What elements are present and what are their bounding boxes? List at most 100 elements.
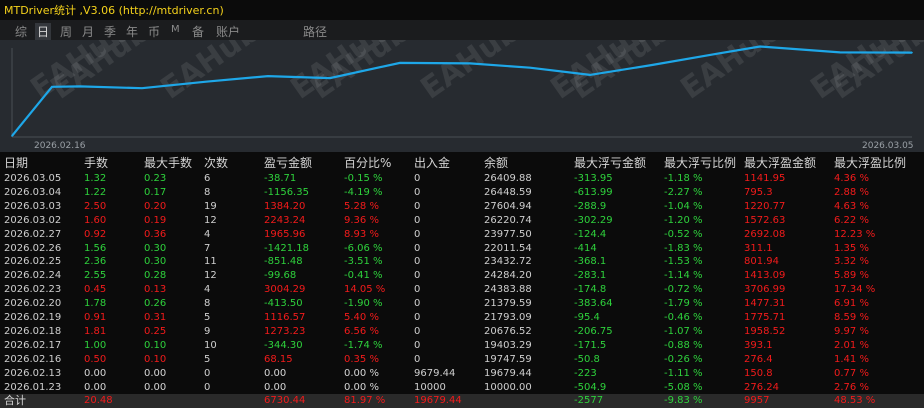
header-cell: 最大浮亏比例: [664, 156, 737, 170]
table-cell: 1.22: [84, 186, 107, 198]
table-cell: -99.68: [264, 270, 297, 282]
watermark-text: EAHub.cn: [155, 40, 308, 107]
tab-quarter[interactable]: 季: [104, 23, 116, 40]
table-cell: 27604.94: [484, 200, 532, 212]
table-cell: 0.45: [84, 284, 107, 296]
table-cell: 1.60: [84, 214, 107, 226]
table-cell: 0.30: [144, 256, 167, 268]
table-cell: 0: [204, 381, 211, 393]
table-cell: 2026.02.24: [4, 270, 62, 282]
table-cell: -95.4: [574, 312, 600, 323]
table-cell: 24284.20: [484, 270, 532, 282]
header-cell: 日期: [4, 156, 29, 170]
table-cell: 7: [204, 242, 211, 254]
total-cell: 81.97 %: [344, 395, 386, 407]
table-row: 2026.02.18 1.81 0.25 9 1273.23 6.56 % 0 20676.5…: [0, 325, 924, 338]
table-cell: 1413.09: [744, 270, 786, 282]
table-cell: -283.1: [574, 270, 607, 282]
table-cell: 1.00: [84, 339, 107, 351]
tab-year[interactable]: 年: [126, 23, 138, 40]
table-cell: 9.36 %: [344, 214, 379, 226]
table-cell: 1958.52: [744, 325, 786, 337]
table-cell: 2026.02.18: [4, 325, 62, 337]
tab-m[interactable]: M: [171, 24, 180, 35]
table-cell: 150.8: [744, 367, 773, 379]
header-cell: 最大浮盈金额: [744, 156, 817, 170]
table-cell: 0: [414, 186, 421, 198]
table-cell: 2692.08: [744, 228, 786, 240]
table-cell: 12: [204, 214, 217, 226]
header-cell: 最大浮盈比例: [834, 156, 907, 170]
table-cell: 2026.02.20: [4, 298, 62, 310]
table-cell: -504.9: [574, 381, 607, 393]
balance-point: [529, 66, 531, 69]
table-cell: 19: [204, 200, 217, 212]
total-label: 合计: [4, 394, 26, 408]
table-total-row: 合计 20.48 6730.44 81.97 % 19679.44 -2577 -9.83 …: [0, 394, 924, 408]
balance-point: [717, 52, 719, 55]
table-cell: 23977.50: [484, 228, 532, 240]
table-cell: -0.46 %: [664, 312, 703, 323]
tab-account[interactable]: 账户: [216, 23, 240, 40]
title-bar: MTDriver统计 ,V3.06 (http://mtdriver.cn): [0, 0, 924, 18]
tab-day[interactable]: 日: [35, 23, 52, 40]
table-row: 2026.01.23 0.00 0.00 0 0.00 0.00 % 10000 10000.…: [0, 381, 924, 394]
tab-month[interactable]: 月: [82, 23, 94, 40]
table-cell: 2026.03.03: [4, 200, 62, 212]
tab-week[interactable]: 周: [60, 23, 72, 40]
table-cell: 0: [414, 228, 421, 240]
app-title: MTDriver统计 ,V3.06 (http://mtdriver.cn): [4, 4, 224, 17]
table-cell: 0.00: [84, 367, 107, 379]
table-row: 2026.02.20 1.78 0.26 8 -413.50 -1.90 % 0 21379.…: [0, 297, 924, 310]
balance-point: [839, 51, 841, 54]
table-cell: 24383.88: [484, 284, 532, 296]
table-cell: -413.50: [264, 298, 303, 310]
table-cell: 0.28: [144, 270, 167, 282]
table-cell: 9: [204, 325, 211, 337]
table-cell: 10: [204, 339, 217, 351]
table-cell: -383.64: [574, 298, 613, 310]
table-row: 2026.02.23 0.45 0.13 4 3004.29 14.05 % 0 24383.…: [0, 283, 924, 296]
table-cell: 0.10: [144, 339, 167, 351]
balance-point: [267, 75, 269, 77]
x-label-start: 2026.02.16: [34, 141, 86, 151]
table-cell: 5: [204, 353, 211, 365]
table-cell: -1.11 %: [664, 367, 703, 379]
table-cell: 1.35 %: [834, 242, 869, 254]
table-row: 2026.02.13 0.00 0.00 0 0.00 0.00 % 9679.44 1967…: [0, 367, 924, 380]
table-cell: 8.93 %: [344, 228, 379, 240]
tab-currency[interactable]: 币: [148, 23, 160, 40]
table-cell: 12.23 %: [834, 228, 876, 240]
balance-point: [759, 45, 761, 48]
table-cell: 2026.02.16: [4, 353, 62, 365]
table-cell: 0.20: [144, 200, 167, 212]
table-cell: 0: [414, 256, 421, 268]
table-cell: 21793.09: [484, 312, 532, 323]
table-cell: 9.97 %: [834, 325, 869, 337]
table-cell: 8: [204, 186, 211, 198]
balance-point: [79, 85, 81, 88]
balance-point: [205, 80, 207, 83]
tab-summary[interactable]: 综: [15, 23, 27, 40]
table-cell: -1.20 %: [664, 214, 703, 226]
table-cell: -368.1: [574, 256, 607, 268]
table-cell: -288.9: [574, 200, 607, 212]
table-cell: -4.19 %: [344, 186, 383, 198]
table-cell: 0: [414, 284, 421, 296]
balance-point: [589, 74, 591, 76]
table-cell: 1.56: [84, 242, 107, 254]
table-row: 2026.03.02 1.60 0.19 12 2243.24 9.36 % 0 26220.…: [0, 214, 924, 227]
table-cell: 2.88 %: [834, 186, 869, 198]
table-cell: 0.19: [144, 214, 167, 226]
table-cell: 0.13: [144, 284, 167, 296]
balance-point: [329, 77, 331, 79]
table-cell: -1.07 %: [664, 325, 703, 337]
table-cell: 23432.72: [484, 256, 532, 268]
table-cell: 0: [414, 200, 421, 212]
tab-path[interactable]: 路径: [303, 23, 327, 40]
table-cell: 0.00: [264, 367, 287, 379]
tab-note[interactable]: 备: [192, 23, 204, 40]
table-cell: 1273.23: [264, 325, 306, 337]
table-cell: 6: [204, 173, 211, 184]
table-cell: 0.17: [144, 186, 167, 198]
